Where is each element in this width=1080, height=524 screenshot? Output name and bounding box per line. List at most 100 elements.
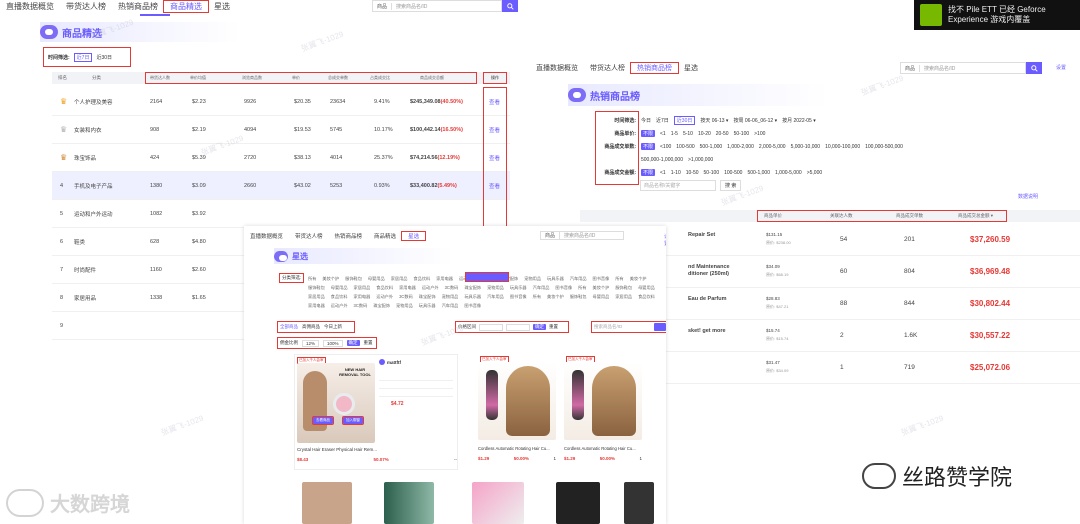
product-image[interactable] — [472, 482, 524, 524]
product-card[interactable]: 已加入千人会审 Cordless Automatic Rotating Hair… — [478, 354, 556, 470]
nav-live-overview-3[interactable]: 直播数据概览 — [244, 232, 289, 240]
nav-influencer-rank-3[interactable]: 带货达人榜 — [289, 232, 329, 240]
category-option[interactable]: 食品饮料 — [413, 274, 430, 283]
category-option[interactable]: 美妆个护 — [322, 274, 339, 283]
category-option[interactable]: 服饰鞋包 — [570, 292, 587, 301]
category-option[interactable]: 母婴用品 — [331, 283, 348, 292]
category-option[interactable]: 家居用品 — [615, 292, 632, 301]
filter-option[interactable]: <100 — [660, 144, 671, 150]
product-image[interactable] — [478, 362, 556, 440]
filter-option[interactable]: 不限 — [641, 169, 656, 176]
category-option[interactable]: 汽车用品 — [442, 301, 459, 310]
commission-min[interactable]: 12% — [302, 339, 320, 347]
filter-option[interactable]: 今日 — [641, 117, 651, 124]
data-explain-link[interactable]: 数据说明 — [1018, 193, 1038, 200]
filter-option[interactable]: 10,000-100,000 — [825, 144, 860, 150]
filter-option[interactable]: 1,000-5,000 — [775, 170, 802, 176]
filter-option[interactable]: 按月 2022-05 ▾ — [782, 117, 816, 124]
category-option[interactable]: 家居用品 — [391, 274, 408, 283]
search-input[interactable]: 搜索商品名/ID — [392, 3, 501, 10]
filter-option[interactable]: 按天 06-13 ▾ — [700, 117, 728, 124]
product-image[interactable] — [556, 482, 600, 524]
category-option[interactable]: 宠物用品 — [487, 283, 504, 292]
product-image[interactable] — [564, 362, 642, 440]
keyword-search-button[interactable] — [654, 323, 666, 331]
category-option[interactable]: 3C数码 — [354, 301, 368, 310]
filter-option[interactable]: 100-500 — [724, 170, 742, 176]
category-option[interactable]: 玩具乐器 — [419, 301, 436, 310]
category-option[interactable]: 家用电器 — [308, 301, 325, 310]
category-option[interactable]: 食品饮料 — [376, 283, 393, 292]
category-option[interactable]: 食品饮料 — [638, 292, 655, 301]
view-product-button[interactable]: 去看商品 — [312, 416, 334, 425]
category-option[interactable]: 家用电器 — [354, 292, 371, 301]
nav-product-selection[interactable]: 商品精选 — [163, 0, 209, 13]
tab-new-today[interactable]: 今日上新 — [324, 324, 342, 330]
name-input[interactable]: 商品名称/关键字 — [640, 180, 716, 191]
search-type-select-2[interactable]: 商品 — [901, 64, 921, 72]
filter-option[interactable]: 10-20 — [698, 131, 711, 137]
category-option[interactable]: 宠物用品 — [524, 274, 541, 283]
category-option[interactable]: 3C数码 — [399, 292, 413, 301]
category-option[interactable]: 宠物用品 — [396, 301, 413, 310]
product-image[interactable] — [302, 482, 352, 524]
search-button[interactable] — [502, 0, 518, 12]
category-option[interactable]: 美妆个护 — [547, 292, 564, 301]
name-search-button[interactable]: 搜 索 — [720, 180, 742, 191]
category-option[interactable]: 玩具乐器 — [547, 274, 564, 283]
filter-option[interactable]: 5,000-10,000 — [791, 144, 820, 150]
product-name[interactable]: Crystal Hair Eraser Physical Hair Rem... — [297, 447, 377, 452]
category-option[interactable]: 图书音像 — [464, 301, 481, 310]
category-option[interactable]: 运动户外 — [376, 292, 393, 301]
price-reset-button[interactable]: 重置 — [549, 324, 558, 330]
nav-hot-products-3[interactable]: 热销商品榜 — [329, 232, 369, 240]
filter-option[interactable]: 50-100 — [704, 170, 720, 176]
category-option[interactable]: 母婴用品 — [368, 274, 385, 283]
price-max-input[interactable] — [506, 323, 530, 331]
category-option[interactable]: 汽车用品 — [570, 274, 587, 283]
category-option[interactable]: 家用电器 — [436, 274, 453, 283]
nav-hot-products-2[interactable]: 热销商品榜 — [630, 62, 679, 74]
filter-option[interactable]: 1-10 — [671, 170, 681, 176]
category-option[interactable]: 美妆个护 — [593, 283, 610, 292]
search-type-select-3[interactable]: 商品 — [541, 232, 561, 239]
commission-reset-button[interactable]: 重置 — [364, 340, 373, 346]
filter-option[interactable]: >1,000,000 — [688, 157, 713, 163]
category-option[interactable]: 所有 — [308, 274, 316, 283]
filter-option[interactable]: 500-1,000 — [747, 170, 770, 176]
category-option[interactable]: 母婴用品 — [593, 292, 610, 301]
tab-high-commission[interactable]: 高佣商品 — [302, 324, 320, 330]
time-opt-7d[interactable]: 近7日 — [73, 52, 93, 62]
category-option[interactable]: 服饰鞋包 — [615, 283, 632, 292]
category-option[interactable]: 母婴用品 — [638, 283, 655, 292]
settings-link-3[interactable]: 设置 — [664, 233, 666, 247]
category-option[interactable]: 美妆个护 — [630, 274, 647, 283]
price-min-input[interactable] — [479, 323, 503, 331]
filter-option[interactable]: <1 — [660, 131, 666, 137]
search-button-2[interactable] — [1026, 62, 1042, 74]
product-image[interactable] — [624, 482, 654, 524]
tab-all[interactable]: 全部商品 — [280, 324, 298, 330]
product-card[interactable]: 已加入千人会审 Cordless Automatic Rotating Hair… — [564, 354, 642, 470]
category-option[interactable]: 宠物用品 — [442, 292, 459, 301]
price-confirm-button[interactable]: 确定 — [533, 324, 546, 330]
category-option[interactable]: 服饰鞋包 — [308, 283, 325, 292]
nav-star-selection[interactable]: 星选 — [208, 1, 236, 12]
nav-influencer-rank-2[interactable]: 带货达人榜 — [584, 63, 631, 73]
search-input-2[interactable]: 搜索商品名/ID — [920, 65, 1025, 72]
category-option[interactable]: 玩具乐器 — [510, 283, 527, 292]
category-option[interactable]: 汽车用品 — [487, 292, 504, 301]
category-option[interactable]: 家居用品 — [354, 283, 371, 292]
category-option[interactable]: 珠宝配饰 — [373, 301, 390, 310]
filter-option[interactable]: 500-1,000 — [700, 144, 723, 150]
category-option[interactable]: 服饰鞋包 — [345, 274, 362, 283]
product-card-expanded[interactable]: 已加入千人会审 NEW HAIR REMOVAL TOOL 去看商品 加入橱窗 … — [294, 354, 458, 470]
filter-option[interactable]: 100-500 — [676, 144, 694, 150]
category-option[interactable]: 所有 — [578, 283, 586, 292]
filter-option[interactable]: 近7日 — [656, 117, 669, 124]
category-option[interactable]: 图书音像 — [593, 274, 610, 283]
filter-option[interactable]: 20-50 — [716, 131, 729, 137]
category-option[interactable]: 运动户外 — [422, 283, 439, 292]
settings-link-2[interactable]: 设置 — [1056, 64, 1066, 71]
product-image[interactable]: NEW HAIR REMOVAL TOOL — [297, 363, 375, 443]
